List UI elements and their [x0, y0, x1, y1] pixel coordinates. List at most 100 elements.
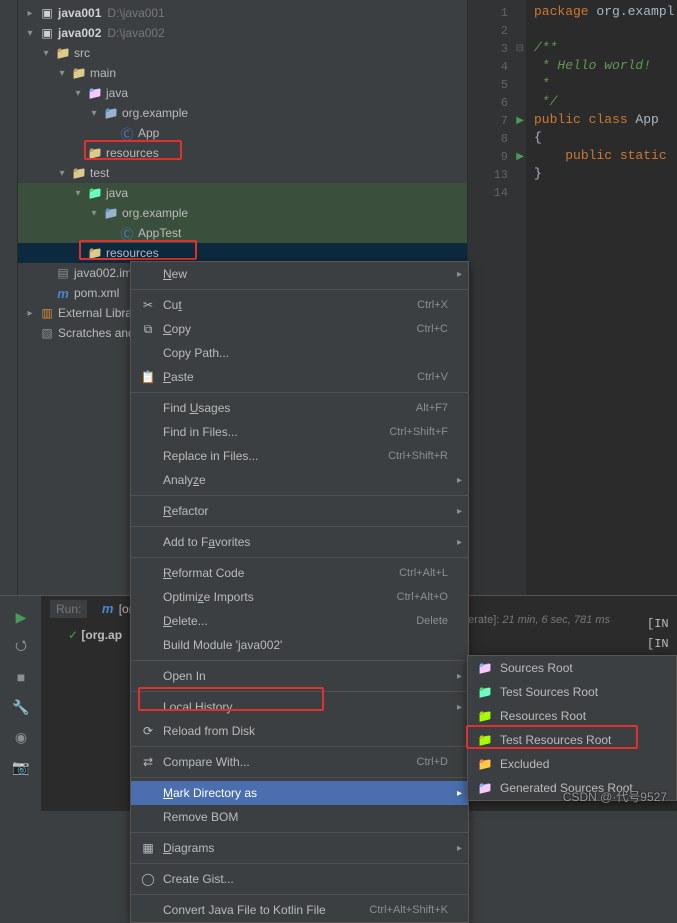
tree-row[interactable]: java002 D:\java002 [18, 23, 467, 43]
submenu-excluded[interactable]: Excluded [468, 752, 676, 776]
shortcut: Ctrl+Alt+L [399, 567, 448, 579]
tree-row[interactable]: test [18, 163, 467, 183]
menu-gist[interactable]: ◯Create Gist... [131, 867, 468, 891]
class-label: AppTest [138, 226, 181, 240]
menu-diagrams[interactable]: ▦Diagrams▸ [131, 836, 468, 860]
editor[interactable]: 1 2 3⊟ 4 5 6 7▶ 8 9▶ 13 14 package org.e… [468, 0, 677, 595]
run-gutter-icon[interactable]: ▶ [516, 115, 524, 127]
folder-icon [71, 165, 87, 181]
tree-row[interactable]: java [18, 183, 467, 203]
chevron-down-icon[interactable] [40, 48, 52, 59]
menu-find-files[interactable]: Find in Files...Ctrl+Shift+F [131, 420, 468, 444]
debug-button[interactable]: ⭯ [0, 632, 42, 662]
stop-button[interactable]: ■ [0, 662, 42, 692]
class-icon [119, 225, 135, 241]
menu-favorites[interactable]: Add to Favorites▸ [131, 530, 468, 554]
menu-local-history[interactable]: Local History▸ [131, 695, 468, 719]
tree-row[interactable]: App [18, 123, 467, 143]
submenu-mark-directory[interactable]: Sources Root Test Sources Root Resources… [467, 655, 677, 801]
menu-cut[interactable]: ✂CutCtrl+X [131, 293, 468, 317]
folder-label: main [90, 66, 116, 80]
tree-row[interactable]: src [18, 43, 467, 63]
chevron-right-icon[interactable] [24, 308, 36, 319]
chevron-down-icon[interactable] [72, 88, 84, 99]
shortcut: Ctrl+D [417, 756, 448, 768]
run-gutter-icon[interactable]: ▶ [516, 151, 524, 163]
view-button[interactable]: ◉ [0, 722, 42, 752]
tree-row[interactable]: java001 D:\java001 [18, 3, 467, 23]
code-area[interactable]: package org.exampl /** * Hello world! * … [526, 0, 677, 595]
reload-icon: ⟳ [139, 724, 157, 738]
menu-find-usages[interactable]: Find UsagesAlt+F7 [131, 396, 468, 420]
menu-copy[interactable]: ⧉CopyCtrl+C [131, 317, 468, 341]
submenu-resources-root[interactable]: Resources Root [468, 704, 676, 728]
tree-row[interactable]: org.example [18, 203, 467, 223]
chevron-right-icon: ▸ [457, 475, 462, 486]
tree-row[interactable]: AppTest [18, 223, 467, 243]
menu-separator [131, 660, 468, 661]
menu-separator [131, 392, 468, 393]
tree-row[interactable]: java [18, 83, 467, 103]
submenu-test-resources-root[interactable]: Test Resources Root [468, 728, 676, 752]
menu-paste[interactable]: 📋PasteCtrl+V [131, 365, 468, 389]
menu-remove-bom[interactable]: Remove BOM [131, 805, 468, 829]
fold-icon[interactable]: ⊟ [516, 43, 524, 55]
menu-separator [131, 894, 468, 895]
maven-icon [100, 601, 116, 617]
menu-open-in[interactable]: Open In▸ [131, 664, 468, 688]
folder-label: test [90, 166, 109, 180]
menu-build[interactable]: Build Module 'java002' [131, 633, 468, 657]
tree-row[interactable]: main [18, 63, 467, 83]
line-num: 1 [501, 6, 508, 20]
menu-separator [131, 691, 468, 692]
menu-new[interactable]: New▸ [131, 262, 468, 286]
tree-row-selected[interactable]: resources [18, 243, 467, 263]
tree-row[interactable]: resources [18, 143, 467, 163]
folder-label: resources [106, 246, 159, 260]
code-comment: */ [534, 94, 557, 109]
camera-button[interactable]: 📷 [0, 752, 42, 782]
chevron-down-icon[interactable] [56, 168, 68, 179]
cut-icon: ✂ [139, 298, 157, 312]
context-menu[interactable]: New▸ ✂CutCtrl+X ⧉CopyCtrl+C Copy Path...… [130, 261, 469, 923]
shortcut: Ctrl+V [417, 371, 448, 383]
package-label: org.example [122, 206, 188, 220]
project-label: java002 [58, 26, 101, 40]
line-num: 5 [501, 78, 508, 92]
paste-icon: 📋 [139, 370, 157, 384]
source-folder-icon [87, 85, 103, 101]
chevron-right-icon: ▸ [457, 788, 462, 799]
project-label: java001 [58, 6, 101, 20]
run-button[interactable]: ▶ [0, 602, 42, 632]
menu-analyze[interactable]: Analyze▸ [131, 468, 468, 492]
chevron-down-icon[interactable] [72, 188, 84, 199]
menu-compare[interactable]: ⇄Compare With...Ctrl+D [131, 750, 468, 774]
chevron-down-icon[interactable] [88, 208, 100, 219]
class-label: App [138, 126, 159, 140]
chevron-down-icon[interactable] [24, 28, 36, 39]
menu-mark-directory[interactable]: Mark Directory as▸ [131, 781, 468, 805]
tree-row[interactable]: org.example [18, 103, 467, 123]
menu-reformat[interactable]: Reformat CodeCtrl+Alt+L [131, 561, 468, 585]
menu-reload[interactable]: ⟳Reload from Disk [131, 719, 468, 743]
settings-button[interactable]: 🔧 [0, 692, 42, 722]
shortcut: Delete [416, 615, 448, 627]
menu-delete[interactable]: Delete...Delete [131, 609, 468, 633]
run-label: Run: [50, 600, 87, 618]
shortcut: Ctrl+Shift+F [389, 426, 448, 438]
menu-kotlin[interactable]: Convert Java File to Kotlin FileCtrl+Alt… [131, 898, 468, 922]
code-kw: public class [534, 112, 628, 127]
submenu-sources-root[interactable]: Sources Root [468, 656, 676, 680]
menu-optimize[interactable]: Optimize ImportsCtrl+Alt+O [131, 585, 468, 609]
menu-refactor[interactable]: Refactor▸ [131, 499, 468, 523]
menu-replace-files[interactable]: Replace in Files...Ctrl+Shift+R [131, 444, 468, 468]
folder-icon [71, 65, 87, 81]
folder-label: java [106, 86, 128, 100]
package-label: org.example [122, 106, 188, 120]
chevron-down-icon[interactable] [56, 68, 68, 79]
menu-copy-path[interactable]: Copy Path... [131, 341, 468, 365]
chevron-down-icon[interactable] [88, 108, 100, 119]
chevron-right-icon[interactable] [24, 8, 36, 19]
shortcut: Ctrl+Alt+Shift+K [369, 904, 448, 916]
submenu-test-sources-root[interactable]: Test Sources Root [468, 680, 676, 704]
